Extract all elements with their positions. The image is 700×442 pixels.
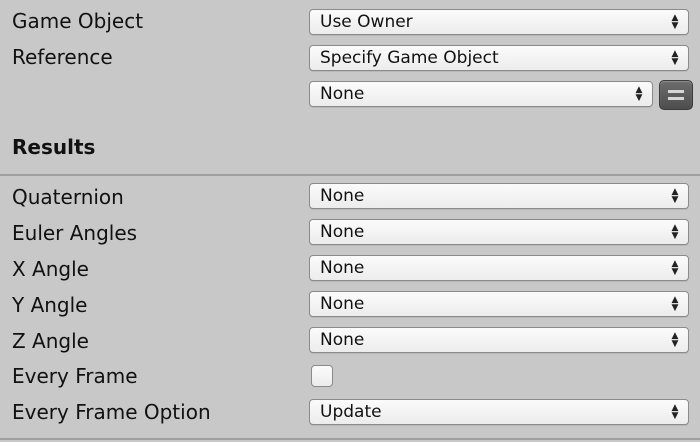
up-down-chevron-icon: ▲ ▼ [671,187,679,205]
game-object-label: Game Object [12,9,144,33]
quaternion-value: None [320,186,365,206]
up-down-chevron-icon: ▲ ▼ [671,13,679,31]
up-down-chevron-icon: ▲ ▼ [635,85,643,103]
reference-target-dropdown[interactable]: None ▲ ▼ [309,81,653,107]
every-frame-label: Every Frame [12,364,138,388]
every-frame-option-dropdown[interactable]: Update ▲ ▼ [309,399,689,425]
euler-angles-dropdown[interactable]: None ▲ ▼ [309,219,689,245]
every-frame-option-label: Every Frame Option [12,400,211,424]
z-angle-dropdown[interactable]: None ▲ ▼ [309,327,689,353]
quaternion-dropdown[interactable]: None ▲ ▼ [309,183,689,209]
results-header: Results [12,135,96,159]
up-down-chevron-icon: ▲ ▼ [671,49,679,67]
x-angle-dropdown[interactable]: None ▲ ▼ [309,255,689,281]
up-down-chevron-icon: ▲ ▼ [671,259,679,277]
game-object-dropdown[interactable]: Use Owner ▲ ▼ [309,9,689,35]
reference-value: Specify Game Object [320,48,499,68]
x-angle-label: X Angle [12,257,89,281]
up-down-chevron-icon: ▲ ▼ [671,223,679,241]
results-divider [0,174,700,176]
variable-toggle-button[interactable] [659,80,693,110]
every-frame-checkbox[interactable] [311,365,333,387]
y-angle-dropdown[interactable]: None ▲ ▼ [309,291,689,317]
up-down-chevron-icon: ▲ ▼ [671,295,679,313]
x-angle-value: None [320,258,365,278]
y-angle-label: Y Angle [12,293,88,317]
z-angle-label: Z Angle [12,329,89,353]
reference-target-value: None [320,84,365,104]
euler-angles-label: Euler Angles [12,221,138,245]
reference-dropdown[interactable]: Specify Game Object ▲ ▼ [309,45,689,71]
up-down-chevron-icon: ▲ ▼ [671,331,679,349]
euler-angles-value: None [320,222,365,242]
up-down-chevron-icon: ▲ ▼ [671,403,679,421]
y-angle-value: None [320,294,365,314]
game-object-value: Use Owner [320,12,413,32]
every-frame-option-value: Update [320,402,382,422]
bottom-divider [0,438,700,440]
z-angle-value: None [320,330,365,350]
reference-label: Reference [12,45,113,69]
quaternion-label: Quaternion [12,185,124,209]
